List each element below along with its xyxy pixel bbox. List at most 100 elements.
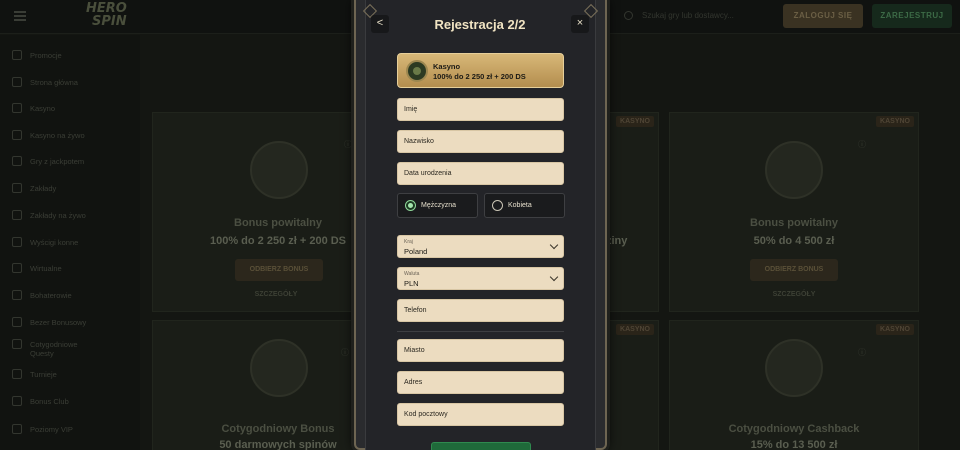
vip-icon — [12, 424, 22, 434]
details-link[interactable]: SZCZEGÓŁY — [670, 291, 918, 298]
sidebar-item-bets[interactable]: Zakłady — [12, 180, 137, 198]
back-button[interactable]: < — [371, 15, 389, 33]
card-value: ziny — [606, 235, 628, 247]
sidebar: Promocje Strona główna Kasyno Kasyno na … — [0, 35, 140, 450]
category-tag: KASYNO — [876, 116, 914, 127]
radio-selected-icon[interactable] — [405, 200, 416, 211]
clover-icon — [765, 141, 823, 199]
sidebar-item-label: Cotygodniowe Questy — [30, 340, 78, 358]
field-placeholder: Imię — [404, 106, 418, 113]
category-tag: KASYNO — [616, 116, 654, 127]
field-placeholder: Data urodzenia — [404, 170, 452, 177]
promo-card-welcome[interactable]: Bonus powitalny 100% do 2 250 zł + 200 D… — [152, 112, 358, 312]
casino-icon — [12, 103, 22, 113]
chevron-down-icon — [549, 240, 559, 250]
claim-bonus-button[interactable]: ODBIERZ BONUS — [750, 259, 838, 281]
promo-card-middle-2[interactable]: KASYNO — [607, 320, 659, 450]
card-value: 15% do 13 500 zł — [750, 439, 838, 450]
postal-code-field[interactable]: Kod pocztowy — [397, 403, 564, 426]
promo-card-welcome-2[interactable]: KASYNO Bonus powitalny 50% do 4 500 zł O… — [669, 112, 919, 312]
field-value: PLN — [404, 279, 419, 288]
selected-bonus-card[interactable]: Kasyno 100% do 2 250 zł + 200 DS — [397, 53, 564, 88]
live-bets-icon — [12, 210, 22, 220]
sidebar-item-virtual[interactable]: Wirtualne — [12, 260, 137, 278]
sidebar-item-heroes[interactable]: Bohaterowie — [12, 287, 137, 305]
category-tag: KASYNO — [616, 324, 654, 335]
sidebar-item-label: Poziomy VIP — [30, 425, 73, 434]
field-placeholder: Miasto — [404, 347, 425, 354]
gender-option-female[interactable]: Kobieta — [484, 193, 565, 218]
register-button[interactable]: ZAREJESTRUJ — [872, 4, 952, 28]
gender-option-male[interactable]: Mężczyzna — [397, 193, 478, 218]
sidebar-item-label: Wyścigi konne — [30, 238, 79, 247]
field-placeholder: Adres — [404, 379, 423, 386]
sidebar-item-home[interactable]: Strona główna — [12, 74, 137, 92]
sidebar-item-label: Bonus Club — [30, 397, 69, 406]
info-icon[interactable]: ⓘ — [858, 139, 866, 149]
category-tag: KASYNO — [876, 324, 914, 335]
search-placeholder: Szukaj gry lub dostawcy... — [642, 11, 734, 20]
city-field[interactable]: Miasto — [397, 339, 564, 362]
sidebar-item-bonus[interactable]: Bezer Bonusowy — [12, 314, 137, 332]
ring-icon — [250, 339, 308, 397]
birth-date-field[interactable]: Data urodzenia — [397, 162, 564, 185]
card-title: Cotygodniowy Bonus — [221, 423, 335, 435]
sidebar-item-label: Bezer Bonusowy — [30, 318, 87, 327]
sidebar-item-jackpot[interactable]: Gry z jackpotem — [12, 153, 137, 171]
horse-icon — [12, 237, 22, 247]
radio-unselected-icon[interactable] — [492, 200, 503, 211]
sidebar-item-tournaments[interactable]: Turnieje — [12, 366, 137, 384]
promo-card-cashback[interactable]: KASYNO Cotygodniowy Cashback 15% do 13 5… — [669, 320, 919, 450]
card-value: 50 darmowych spinów — [219, 439, 337, 450]
sidebar-item-label: Turnieje — [30, 370, 57, 379]
phone-field[interactable]: Telefon — [397, 299, 564, 322]
quest-icon — [12, 339, 22, 349]
sidebar-item-horse-racing[interactable]: Wyścigi konne — [12, 234, 137, 252]
trophy-icon — [12, 369, 22, 379]
sidebar-item-promocje[interactable]: Promocje — [12, 47, 137, 65]
last-name-field[interactable]: Nazwisko — [397, 130, 564, 153]
info-icon[interactable]: ⓘ — [858, 347, 866, 357]
bonus-offer: 100% do 2 250 zł + 200 DS — [433, 72, 526, 81]
gift-icon — [12, 50, 22, 60]
currency-select[interactable]: Waluta PLN — [397, 267, 564, 290]
first-name-field[interactable]: Imię — [397, 98, 564, 121]
card-value: 50% do 4 500 zł — [753, 235, 835, 247]
field-placeholder: Nazwisko — [404, 138, 434, 145]
virtual-icon — [12, 263, 22, 273]
field-placeholder: Telefon — [404, 307, 427, 314]
promo-card-weekly[interactable]: Cotygodniowy Bonus 50 darmowych spinów ⓘ — [152, 320, 358, 450]
field-value: Poland — [404, 247, 428, 256]
bonus-icon — [12, 317, 22, 327]
sidebar-item-label: Kasyno — [30, 104, 56, 113]
address-field[interactable]: Adres — [397, 371, 564, 394]
search-bar[interactable]: Szukaj gry lub dostawcy... — [620, 5, 770, 27]
sidebar-item-bonus-club[interactable]: Bonus Club — [12, 393, 137, 411]
country-select[interactable]: Kraj Poland — [397, 235, 564, 258]
logo[interactable]: HERO SPIN — [86, 2, 136, 32]
heroes-icon — [12, 290, 22, 300]
modal-title: Rejestracja 2/2 — [434, 17, 526, 32]
card-title: Bonus powitalny — [750, 217, 838, 229]
sidebar-item-quests[interactable]: Cotygodniowe Questy — [12, 336, 137, 362]
info-icon[interactable]: ⓘ — [344, 139, 352, 149]
promo-card-middle[interactable]: KASYNO ziny — [606, 112, 659, 312]
info-icon[interactable]: ⓘ — [341, 347, 349, 357]
bonus-category: Kasyno — [433, 62, 461, 71]
close-button[interactable]: × — [571, 15, 589, 33]
details-link[interactable]: SZCZEGÓŁY — [201, 291, 351, 298]
menu-icon[interactable] — [14, 11, 26, 21]
logo-line-2: SPIN — [92, 14, 127, 29]
card-title: Cotygodniowy Cashback — [728, 423, 860, 435]
live-casino-icon — [12, 130, 22, 140]
submit-button[interactable] — [431, 442, 531, 450]
sidebar-item-vip[interactable]: Poziomy VIP — [12, 421, 137, 439]
sidebar-item-live-casino[interactable]: Kasyno na żywo — [12, 127, 137, 145]
money-bag-icon — [765, 339, 823, 397]
field-placeholder: Kod pocztowy — [404, 411, 448, 418]
login-button[interactable]: ZALOGUJ SIĘ — [783, 4, 863, 28]
sidebar-item-live-bets[interactable]: Zakłady na żywo — [12, 207, 137, 225]
sidebar-item-label: Bohaterowie — [30, 291, 72, 300]
sidebar-item-casino[interactable]: Kasyno — [12, 100, 137, 118]
claim-bonus-button[interactable]: ODBIERZ BONUS — [235, 259, 323, 281]
